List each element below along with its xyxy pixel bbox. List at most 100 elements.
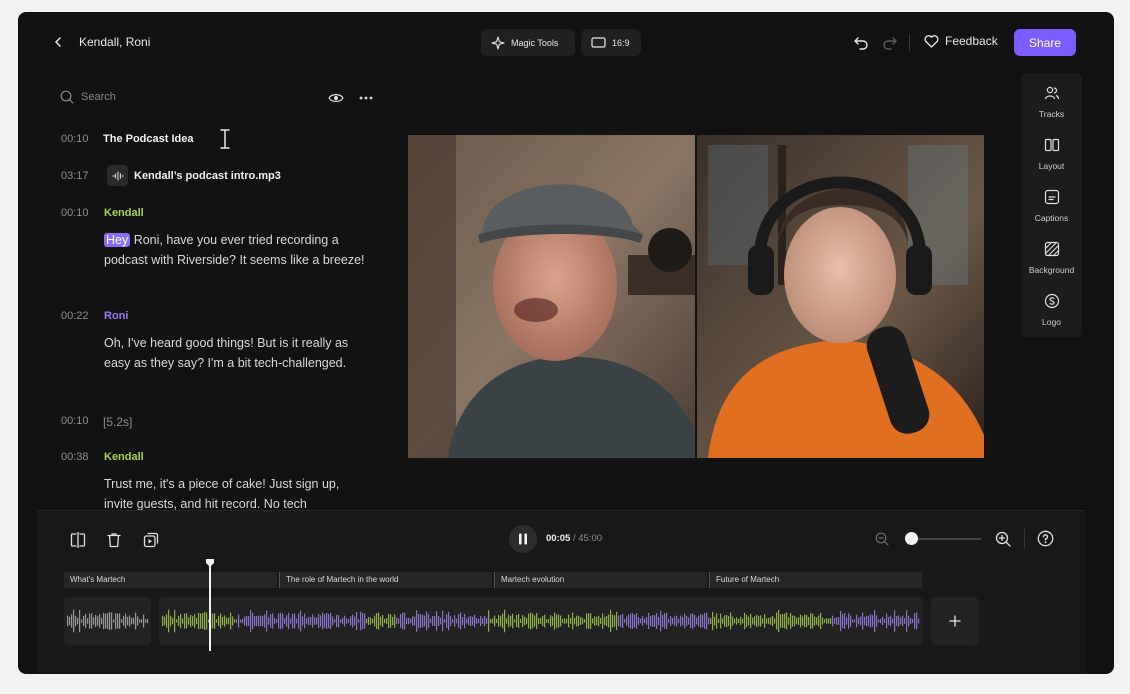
tracks-button[interactable]: Tracks — [1021, 85, 1082, 122]
waveform-bar — [386, 618, 388, 624]
chapter-marker[interactable]: The role of Martech in the world — [279, 572, 492, 588]
logo-button[interactable]: Logo — [1021, 293, 1082, 330]
audio-timestamp[interactable]: 03:17 — [61, 170, 89, 182]
zoom-slider-handle[interactable] — [905, 532, 918, 545]
waveform-bar — [520, 618, 522, 624]
magic-tools-button[interactable]: Magic Tools — [481, 29, 575, 56]
waveform-bar — [402, 612, 404, 630]
waveform-bar — [250, 610, 252, 632]
split-icon[interactable] — [69, 531, 87, 549]
waveform-bar — [614, 615, 616, 627]
share-button[interactable]: Share — [1014, 29, 1076, 56]
captions-button[interactable]: Captions — [1021, 189, 1082, 226]
waveform-bar — [590, 613, 592, 629]
waveform-bar — [902, 615, 904, 627]
zoom-out-icon[interactable] — [875, 532, 889, 546]
entry-timestamp[interactable]: 00:22 — [61, 310, 89, 322]
waveform-bar — [470, 615, 472, 627]
trash-icon[interactable] — [105, 531, 123, 549]
waveform-bar — [468, 616, 470, 626]
gap-timestamp[interactable]: 00:10 — [61, 415, 89, 427]
waveform-bar — [248, 616, 250, 626]
more-options-icon[interactable] — [358, 91, 374, 105]
background-button[interactable]: Background — [1021, 241, 1082, 278]
feedback-button[interactable]: Feedback — [924, 34, 998, 48]
waveform-bar — [180, 613, 182, 629]
waveform-bar — [340, 619, 342, 623]
transcript-paragraph[interactable]: Trust me, it's a piece of cake! Just sig… — [104, 474, 366, 510]
waveform-bar — [576, 615, 578, 627]
waveform-bar — [418, 613, 420, 629]
waveform-bar — [854, 619, 856, 623]
paragraph-text[interactable]: Roni, have you ever tried recording a po… — [104, 233, 365, 267]
waveform-bar — [670, 615, 672, 627]
waveform-bar — [228, 617, 230, 625]
zoom-slider[interactable] — [905, 532, 981, 545]
zoom-in-icon[interactable] — [995, 531, 1011, 547]
waveform-bar — [119, 613, 121, 629]
waveform-bar — [616, 611, 618, 631]
video-preview[interactable] — [408, 135, 984, 458]
transcript-search[interactable]: Search — [60, 90, 116, 104]
redo-icon[interactable] — [882, 34, 898, 50]
chapter-marker[interactable]: What's Martech — [64, 572, 277, 588]
waveform-bar — [454, 615, 456, 627]
waveform-bar — [612, 614, 614, 628]
waveform-bar — [762, 618, 764, 624]
waveform-bar — [188, 617, 190, 625]
waveform-bar — [606, 615, 608, 627]
layout-button[interactable]: Layout — [1021, 137, 1082, 174]
back-button[interactable] — [48, 32, 68, 52]
waveform-bar — [628, 614, 630, 628]
silence-gap[interactable]: [5.2s] — [103, 415, 132, 429]
eye-icon[interactable] — [328, 91, 344, 105]
pause-button[interactable] — [509, 525, 537, 553]
waveform-bar — [242, 618, 244, 624]
chapter-marker[interactable]: Martech evolution — [494, 572, 707, 588]
undo-icon[interactable] — [853, 34, 869, 50]
waveform-bar — [308, 616, 310, 626]
waveform-bar — [802, 616, 804, 626]
waveform-bar — [776, 612, 778, 630]
waveform-bar — [822, 617, 824, 625]
aspect-ratio-button[interactable]: 16:9 — [581, 29, 641, 56]
waveform-bar — [566, 618, 568, 624]
waveform-bar — [704, 613, 706, 629]
entry-timestamp[interactable]: 00:10 — [61, 207, 89, 219]
waveform-bar — [474, 614, 476, 628]
waveform-bar — [484, 615, 486, 627]
waveform-bar — [728, 616, 730, 626]
intro-audio-clip[interactable] — [64, 597, 151, 645]
chapter-title[interactable]: The Podcast Idea — [103, 133, 193, 145]
chapter-marker[interactable]: Future of Martech — [709, 572, 922, 588]
audio-file-name[interactable]: Kendall’s podcast intro.mp3 — [134, 170, 281, 182]
main-audio-clip[interactable] — [159, 597, 923, 645]
highlighted-word[interactable]: Hey — [104, 233, 131, 247]
waveform-bar — [860, 616, 862, 626]
project-title: Kendall, Roni — [79, 35, 151, 49]
search-input[interactable]: Search — [81, 91, 116, 103]
waveform-bar — [278, 613, 280, 629]
waveform-bar — [230, 612, 232, 630]
transcript-paragraph[interactable]: Oh, I've heard good things! But is it re… — [104, 333, 366, 373]
waveform-bar — [580, 617, 582, 625]
waveform-bar — [504, 609, 506, 633]
transcript-paragraph[interactable]: Hey Roni, have you ever tried recording … — [104, 230, 366, 270]
waveform-bar — [694, 615, 696, 627]
entry-timestamp[interactable]: 00:38 — [61, 451, 89, 463]
waveform-bar — [734, 618, 736, 624]
waveform-bar — [143, 614, 145, 628]
add-clip-button[interactable] — [931, 597, 979, 645]
waveform-bar — [81, 619, 83, 623]
help-icon[interactable] — [1037, 530, 1054, 547]
waveform-bar — [630, 613, 632, 629]
waveform-bar — [372, 618, 374, 624]
waveform-bar — [85, 613, 87, 629]
waveform-bar — [726, 614, 728, 628]
clip-icon[interactable] — [142, 531, 160, 549]
chapter-timestamp[interactable]: 00:10 — [61, 133, 89, 145]
waveform-bar — [844, 613, 846, 629]
playhead[interactable] — [209, 561, 211, 651]
waveform-bar — [636, 613, 638, 629]
waveform-bar — [652, 615, 654, 627]
